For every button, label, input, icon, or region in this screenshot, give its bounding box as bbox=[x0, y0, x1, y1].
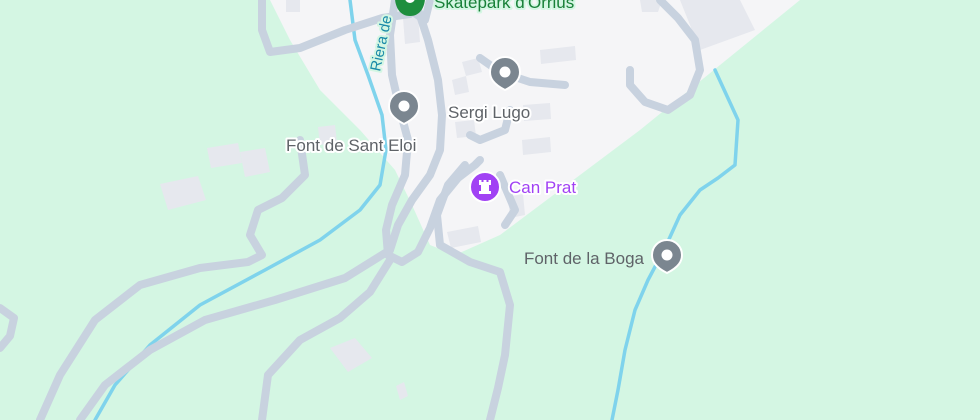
building bbox=[240, 148, 270, 177]
sergi-lugo-label[interactable]: Sergi Lugo bbox=[446, 101, 532, 124]
can-prat-label[interactable]: Can Prat bbox=[507, 176, 578, 199]
skatepark-label[interactable]: Skatepark d'Orrius bbox=[432, 0, 576, 14]
pin-dot bbox=[398, 100, 410, 112]
building bbox=[286, 0, 300, 12]
map-canvas[interactable]: Riera de Skatepark d'Orrius Sergi Lugo F… bbox=[0, 0, 980, 420]
font-boga-label[interactable]: Font de la Boga bbox=[522, 247, 647, 270]
can-prat-pin[interactable] bbox=[469, 171, 501, 203]
font-sant-eloi-label[interactable]: Font de Sant Eloi bbox=[284, 134, 418, 157]
pin-dot bbox=[499, 66, 511, 78]
building bbox=[522, 137, 551, 155]
pin-dot bbox=[661, 249, 673, 261]
